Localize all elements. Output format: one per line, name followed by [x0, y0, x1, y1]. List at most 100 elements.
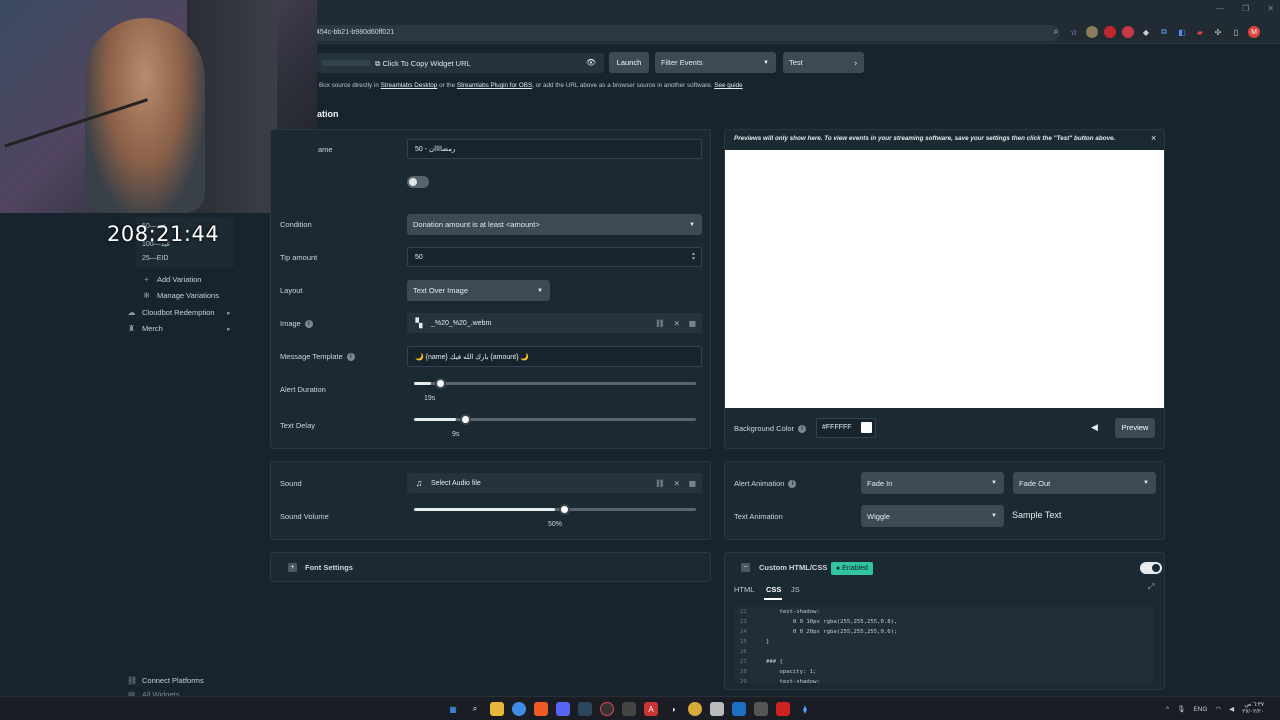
variation-name-input[interactable]: 50 - رمضاااان: [407, 139, 702, 159]
zoom-icon[interactable]: ⌕: [1050, 26, 1062, 38]
app-icon[interactable]: [688, 702, 702, 716]
number-stepper-icon[interactable]: ▲ ▼: [691, 252, 696, 262]
clear-icon[interactable]: ✕: [674, 319, 680, 328]
extension-icon[interactable]: [1086, 26, 1098, 38]
extension-icon[interactable]: ⧉: [1158, 26, 1170, 38]
app-icon[interactable]: [622, 702, 636, 716]
puzzle-icon[interactable]: ✣: [1212, 26, 1224, 38]
css-code-editor[interactable]: 22 text-shadow: 23 0 0 10px rgba(255,255,…: [734, 607, 1154, 683]
address-bar[interactable]: 454c-bb21-b980d60ff021: [300, 25, 1060, 41]
microphone-icon[interactable]: 🎙: [1177, 705, 1185, 713]
custom-code-toggle[interactable]: [1140, 562, 1162, 574]
slider-fill: [414, 418, 457, 421]
connect-platforms-link[interactable]: ⛓ Connect Platforms: [127, 676, 204, 685]
close-window-icon[interactable]: ✕: [1267, 4, 1274, 13]
restore-icon[interactable]: ❐: [1242, 4, 1249, 13]
text-delay-value: 9s: [452, 431, 460, 438]
fade-in-dropdown[interactable]: Fade In ▼: [861, 472, 1004, 494]
expand-icon[interactable]: ⤢: [1148, 582, 1154, 592]
slider-handle[interactable]: [460, 414, 472, 425]
app-icon[interactable]: [754, 702, 768, 716]
gallery-icon[interactable]: ▦: [689, 479, 696, 488]
message-template-input[interactable]: 🌙 {name} بارك الله فيك {amount} 🌙: [407, 346, 702, 367]
star-icon[interactable]: ☆: [1068, 26, 1080, 38]
text-animation-value: Wiggle: [867, 511, 890, 521]
chevron-up-icon[interactable]: ^: [1166, 706, 1169, 713]
obs-plugin-link[interactable]: Streamlabs Plugin for OBS: [457, 82, 532, 89]
variation-toggle[interactable]: [407, 176, 429, 188]
font-settings-panel[interactable]: + Font Settings: [270, 552, 711, 582]
info-icon[interactable]: i: [304, 319, 313, 328]
brave-icon[interactable]: [534, 702, 548, 716]
language-indicator[interactable]: ENG: [1193, 706, 1207, 713]
sound-file-field[interactable]: ♫ Select Audio file ⛓ ✕ ▦: [407, 473, 702, 493]
clear-icon[interactable]: ✕: [674, 479, 680, 488]
add-variation-button[interactable]: + Add Variation: [142, 275, 201, 284]
launch-button[interactable]: Launch: [609, 52, 649, 73]
obs-icon[interactable]: [600, 702, 614, 716]
expand-icon[interactable]: +: [288, 563, 297, 572]
info-icon[interactable]: i: [346, 352, 355, 361]
image-label-text: Image: [280, 319, 301, 328]
folder-icon[interactable]: [490, 702, 504, 716]
tab-css[interactable]: CSS: [766, 585, 781, 594]
sidebar-item-cloudbot-redemption[interactable]: ☁ Cloudbot Redemption ▸: [127, 308, 231, 317]
app-icon[interactable]: A: [644, 702, 658, 716]
preview-button[interactable]: Preview: [1115, 418, 1155, 438]
copy-url-label: ⧉ Click To Copy Widget URL: [375, 59, 471, 68]
minimize-icon[interactable]: —: [1216, 4, 1224, 13]
variation-item[interactable]: 25—EID: [142, 255, 168, 262]
background-color-input[interactable]: #FFFFFF: [816, 418, 876, 438]
profile-avatar[interactable]: M: [1248, 26, 1260, 38]
app-icon[interactable]: [710, 702, 724, 716]
extension-icon[interactable]: ◧: [1176, 26, 1188, 38]
color-swatch[interactable]: [861, 422, 872, 433]
steam-icon[interactable]: [578, 702, 592, 716]
layout-dropdown[interactable]: Text Over Image ▼: [407, 280, 550, 301]
slider-handle[interactable]: [434, 378, 446, 389]
gallery-icon[interactable]: ▦: [689, 319, 696, 328]
clock[interactable]: ٦:٣٧ ص ٢٧/٠٢/٢٠: [1242, 702, 1264, 716]
text-delay-slider[interactable]: [414, 414, 696, 425]
alert-duration-slider[interactable]: [414, 378, 696, 389]
link-icon[interactable]: ⛓: [655, 479, 665, 488]
streamlabs-desktop-link[interactable]: Streamlabs Desktop: [381, 82, 438, 89]
windows-start-icon[interactable]: ▦: [446, 702, 460, 716]
text-animation-dropdown[interactable]: Wiggle ▼: [861, 505, 1004, 527]
fade-out-dropdown[interactable]: Fade Out ▼: [1013, 472, 1156, 494]
eye-icon[interactable]: 👁: [586, 58, 596, 67]
search-icon[interactable]: ⌕: [468, 702, 482, 716]
tab-html[interactable]: HTML: [734, 585, 754, 594]
filter-events-dropdown[interactable]: Filter Events ▼: [655, 52, 776, 73]
extension-icon[interactable]: ◆: [1140, 26, 1152, 38]
info-icon[interactable]: i: [788, 479, 797, 488]
app-icon[interactable]: ⧫: [798, 702, 812, 716]
extension-icon[interactable]: [1104, 26, 1116, 38]
tab-js[interactable]: JS: [791, 585, 800, 594]
sidebar-icon[interactable]: ▯: [1230, 26, 1242, 38]
close-icon[interactable]: ×: [1151, 133, 1156, 143]
sound-volume-slider[interactable]: [414, 504, 696, 515]
app-icon[interactable]: [732, 702, 746, 716]
app-icon[interactable]: [776, 702, 790, 716]
chrome-icon[interactable]: [512, 702, 526, 716]
image-file-field[interactable]: ▚ _%20_%20_.webm ⛓ ✕ ▦: [407, 313, 702, 333]
volume-icon[interactable]: ◀: [1229, 705, 1234, 713]
copy-widget-url-field[interactable]: ⧉ Click To Copy Widget URL 👁: [317, 53, 604, 73]
wifi-icon[interactable]: ◠: [1215, 705, 1221, 713]
extension-icon[interactable]: [1122, 26, 1134, 38]
condition-dropdown[interactable]: Donation amount is at least <amount> ▼: [407, 214, 702, 235]
test-dropdown[interactable]: Test ›: [783, 52, 864, 73]
info-icon[interactable]: i: [798, 424, 807, 433]
link-icon[interactable]: ⛓: [655, 319, 665, 328]
sidebar-item-merch[interactable]: ♜ Merch ▸: [127, 324, 231, 333]
see-guide-link[interactable]: See guide: [714, 82, 742, 89]
collapse-icon[interactable]: −: [741, 563, 750, 572]
tip-amount-input[interactable]: 50 ▲ ▼: [407, 247, 702, 267]
app-icon[interactable]: ◑: [666, 702, 680, 716]
discord-icon[interactable]: [556, 702, 570, 716]
slider-handle[interactable]: [559, 504, 570, 515]
manage-variations-button[interactable]: ✻ Manage Variations: [142, 291, 219, 300]
extension-icon[interactable]: ▰: [1194, 26, 1206, 38]
speaker-icon[interactable]: ◀: [1091, 422, 1098, 433]
